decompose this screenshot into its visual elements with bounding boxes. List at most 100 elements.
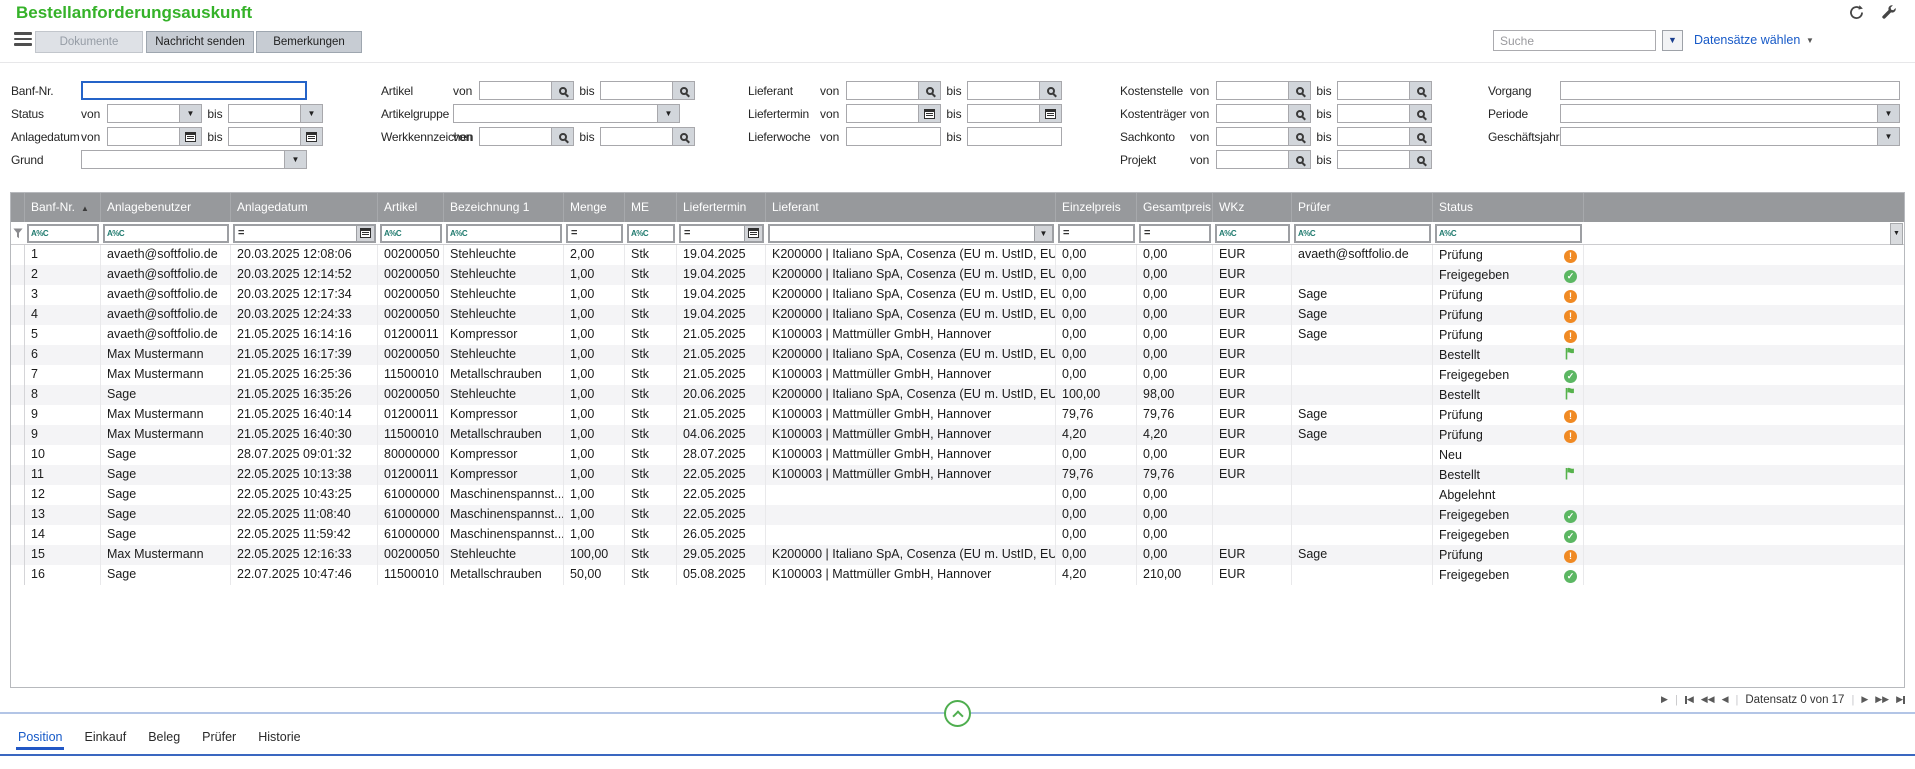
anlagedatum-bis-input[interactable]: [228, 127, 323, 146]
table-row[interactable]: 13Sage22.05.2025 11:08:4061000000Maschin…: [11, 505, 1904, 525]
records-select-link[interactable]: Datensätze wählen: [1694, 33, 1800, 47]
table-row[interactable]: 4avaeth@softfolio.de20.03.2025 12:24:330…: [11, 305, 1904, 325]
row-selector[interactable]: [11, 405, 25, 425]
lieferwoche-bis-input[interactable]: [967, 127, 1062, 146]
column-header-bezeichnung-1[interactable]: Bezeichnung 1: [444, 193, 564, 222]
row-selector[interactable]: [11, 525, 25, 545]
search-icon[interactable]: [1288, 105, 1310, 122]
row-selector[interactable]: [11, 465, 25, 485]
column-header-anlagebenutzer[interactable]: Anlagebenutzer: [101, 193, 231, 222]
artikel-von-input[interactable]: [479, 81, 574, 100]
collapse-panel-button[interactable]: [944, 700, 971, 727]
tab-position[interactable]: Position: [16, 727, 64, 750]
kostenstelle-von-input[interactable]: [1216, 81, 1311, 100]
geschäftsjahr-select[interactable]: ▼: [1560, 127, 1900, 146]
artikelgruppe-select[interactable]: ▼: [453, 104, 680, 123]
search-input[interactable]: [1493, 30, 1656, 51]
refresh-icon[interactable]: [1848, 4, 1865, 21]
filter-input-wkz[interactable]: A%C: [1215, 224, 1290, 243]
werkkennzeichen-bis-input[interactable]: [600, 127, 695, 146]
anlagedatum-von-input[interactable]: [107, 127, 202, 146]
projekt-bis-input[interactable]: [1337, 150, 1432, 169]
table-row[interactable]: 5avaeth@softfolio.de21.05.2025 16:14:160…: [11, 325, 1904, 345]
table-row[interactable]: 11Sage22.05.2025 10:13:3801200011Kompres…: [11, 465, 1904, 485]
last-record-icon[interactable]: ▶: [1896, 694, 1905, 705]
table-row[interactable]: 9Max Mustermann21.05.2025 16:40:14012000…: [11, 405, 1904, 425]
column-header-menge[interactable]: Menge: [564, 193, 625, 222]
filter-input-status[interactable]: A%C: [1435, 224, 1582, 243]
sachkonto-bis-input[interactable]: [1337, 127, 1432, 146]
tab-einkauf[interactable]: Einkauf: [82, 727, 128, 750]
column-header-gesamtpreis[interactable]: Gesamtpreis: [1137, 193, 1213, 222]
column-header-wkz[interactable]: WKz: [1213, 193, 1292, 222]
first-record-icon[interactable]: ◀: [1685, 694, 1694, 705]
column-header-status[interactable]: Status: [1433, 193, 1584, 222]
next-record-icon[interactable]: ▶: [1861, 694, 1868, 705]
banf-nr-input[interactable]: [81, 81, 307, 100]
calendar-icon[interactable]: [1039, 105, 1061, 122]
column-header-me[interactable]: ME: [625, 193, 677, 222]
werkkennzeichen-von-input[interactable]: [479, 127, 574, 146]
prev-record-icon[interactable]: ◀: [1722, 694, 1729, 705]
next-page-icon[interactable]: ▶▶: [1875, 694, 1889, 705]
search-icon[interactable]: [672, 82, 694, 99]
filter-input-bezeichnung-1[interactable]: A%C: [446, 224, 562, 243]
row-selector[interactable]: [11, 245, 25, 265]
filter-input-banf-nr[interactable]: A%C: [27, 224, 99, 243]
calendar-icon[interactable]: [300, 128, 322, 145]
column-header-lieferant[interactable]: Lieferant: [766, 193, 1056, 222]
table-row[interactable]: 8Sage21.05.2025 16:35:2600200050Stehleuc…: [11, 385, 1904, 405]
lieferant-von-input[interactable]: [846, 81, 941, 100]
filter-input-me[interactable]: A%C: [627, 224, 675, 243]
sachkonto-von-input[interactable]: [1216, 127, 1311, 146]
search-icon[interactable]: [1288, 128, 1310, 145]
column-header-banf-nr[interactable]: Banf-Nr.▲: [25, 193, 101, 222]
wrench-icon[interactable]: [1881, 4, 1898, 21]
calendar-icon[interactable]: [744, 226, 762, 241]
dropdown-button[interactable]: ▼: [300, 105, 322, 122]
nachricht-senden-button[interactable]: Nachricht senden: [146, 31, 254, 53]
filter-input-anlagedatum[interactable]: =: [233, 224, 376, 243]
dropdown-button[interactable]: ▼: [179, 105, 201, 122]
search-icon[interactable]: [1409, 105, 1431, 122]
lieferant-bis-input[interactable]: [967, 81, 1062, 100]
liefertermin-bis-input[interactable]: [967, 104, 1062, 123]
column-header-einzelpreis[interactable]: Einzelpreis: [1056, 193, 1137, 222]
dropdown-button[interactable]: ▼: [284, 151, 306, 168]
filter-input-anlagebenutzer[interactable]: A%C: [103, 224, 229, 243]
table-row[interactable]: 16Sage22.07.2025 10:47:4611500010Metalls…: [11, 565, 1904, 585]
table-row[interactable]: 3avaeth@softfolio.de20.03.2025 12:17:340…: [11, 285, 1904, 305]
table-row[interactable]: 1avaeth@softfolio.de20.03.2025 12:08:060…: [11, 245, 1904, 265]
filter-funnel-icon[interactable]: [11, 222, 25, 245]
table-row[interactable]: 10Sage28.07.2025 09:01:3280000000Kompres…: [11, 445, 1904, 465]
filter-input-lieferant[interactable]: ▼: [768, 224, 1054, 243]
search-icon[interactable]: [551, 82, 573, 99]
filter-input-menge[interactable]: =: [566, 224, 623, 243]
filter-input-liefertermin[interactable]: =: [679, 224, 764, 243]
dokumente-button[interactable]: Dokumente: [35, 31, 143, 53]
table-row[interactable]: 2avaeth@softfolio.de20.03.2025 12:14:520…: [11, 265, 1904, 285]
tab-beleg[interactable]: Beleg: [146, 727, 182, 750]
status-bis-input[interactable]: ▼: [228, 104, 323, 123]
dropdown-button[interactable]: ▼: [657, 105, 679, 122]
goto-row-icon[interactable]: ▶: [1661, 694, 1668, 705]
calendar-icon[interactable]: [356, 226, 374, 241]
row-selector[interactable]: [11, 545, 25, 565]
table-row[interactable]: 15Max Mustermann22.05.2025 12:16:3300200…: [11, 545, 1904, 565]
row-selector[interactable]: [11, 265, 25, 285]
filter-input-gesamtpreis[interactable]: =: [1139, 224, 1211, 243]
grid-scroll-button[interactable]: ▼: [1890, 223, 1903, 245]
prev-page-icon[interactable]: ◀◀: [1701, 694, 1715, 705]
calendar-icon[interactable]: [179, 128, 201, 145]
menu-icon[interactable]: [14, 32, 32, 47]
filter-input-prüfer[interactable]: A%C: [1294, 224, 1431, 243]
grund-select[interactable]: ▼: [81, 150, 307, 169]
filter-input-artikel[interactable]: A%C: [380, 224, 442, 243]
bemerkungen-button[interactable]: Bemerkungen: [256, 31, 362, 53]
lieferwoche-von-input[interactable]: [846, 127, 941, 146]
kostenträger-von-input[interactable]: [1216, 104, 1311, 123]
search-icon[interactable]: [1288, 82, 1310, 99]
kostenträger-bis-input[interactable]: [1337, 104, 1432, 123]
artikel-bis-input[interactable]: [600, 81, 695, 100]
tab-prüfer[interactable]: Prüfer: [200, 727, 238, 750]
